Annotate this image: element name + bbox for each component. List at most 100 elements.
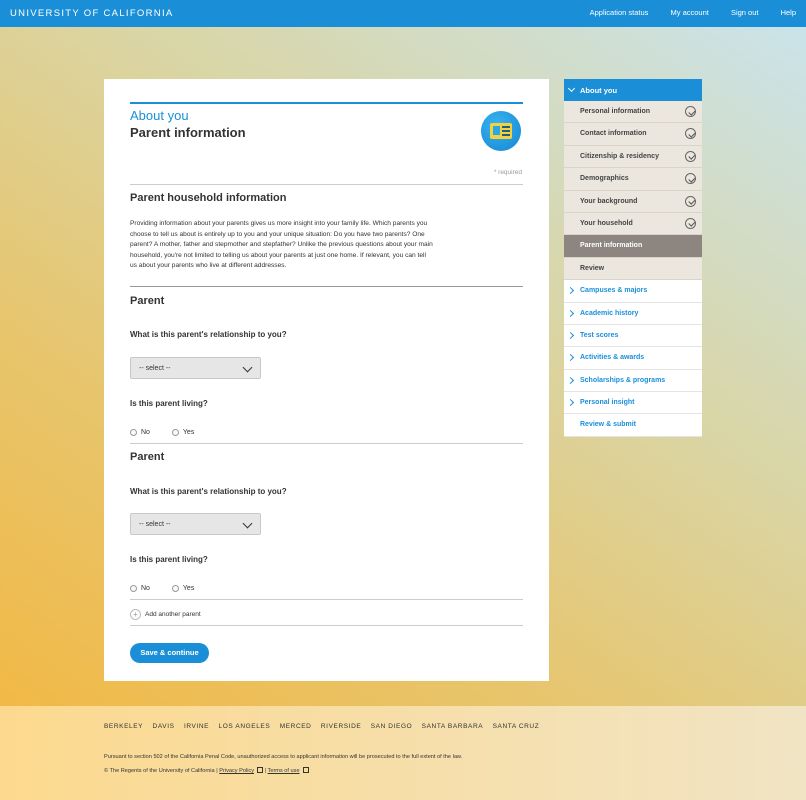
nav-sign-out[interactable]: Sign out (731, 8, 759, 17)
top-nav: Application status My account Sign out H… (570, 8, 796, 17)
living-no-radio[interactable] (130, 585, 137, 592)
sidebar-item-personal-information[interactable]: Personal information (564, 101, 702, 124)
divider (130, 443, 523, 444)
brand-logo[interactable]: UNIVERSITY OF CALIFORNIA (10, 8, 174, 19)
sidebar-item-review-submit[interactable]: Review & submit (564, 414, 702, 437)
sidebar-item-review[interactable]: Review (564, 257, 702, 281)
intro-text: Providing information about your parents… (130, 220, 433, 269)
living-no-radio[interactable] (130, 429, 137, 436)
terms-of-use-link[interactable]: Terms of use (268, 768, 300, 774)
sidebar-item-scholarships[interactable]: Scholarships & programs (564, 369, 702, 393)
page-title: Parent information (130, 125, 246, 140)
sidebar-item-your-household[interactable]: Your household (564, 212, 702, 236)
chevron-right-icon (566, 331, 575, 339)
campus-link-san-diego[interactable]: SAN DIEGO (371, 723, 413, 730)
sidebar-item-activities-awards[interactable]: Activities & awards (564, 347, 702, 370)
sidebar-item-campuses-majors[interactable]: Campuses & majors (564, 280, 702, 303)
sidebar-item-citizenship[interactable]: Citizenship & residency (564, 145, 702, 169)
chevron-right-icon (566, 287, 575, 295)
living-no-label[interactable]: No (141, 429, 150, 436)
sidebar-section-label: About you (580, 86, 618, 95)
household-heading: Parent household information (130, 192, 287, 204)
living-yes-label[interactable]: Yes (183, 585, 194, 592)
parent-heading: Parent (130, 295, 165, 307)
campus-link-merced[interactable]: MERCED (280, 723, 312, 730)
parent-heading: Parent (130, 451, 165, 463)
living-yes-radio[interactable] (171, 429, 179, 436)
relationship-question: What is this parent's relationship to yo… (130, 487, 287, 496)
relationship-select[interactable]: -- select -- (130, 357, 261, 379)
campus-link-irvine[interactable]: IRVINE (184, 723, 209, 730)
chevron-right-icon (566, 354, 575, 362)
sidebar-section-about-you[interactable]: About you (564, 79, 702, 101)
sidebar-item-label: Citizenship & residency (580, 152, 659, 160)
divider (130, 599, 523, 600)
check-circle-icon (685, 106, 696, 117)
sidebar-item-label: Personal information (580, 108, 651, 115)
plus-icon: + (130, 609, 141, 620)
campus-link-davis[interactable]: DAVIS (153, 723, 175, 730)
relationship-question: What is this parent's relationship to yo… (130, 330, 287, 339)
sidebar-item-label: Academic history (580, 309, 639, 317)
sidebar-item-label: Your household (580, 219, 633, 227)
nav-my-account[interactable]: My account (670, 8, 708, 17)
campus-link-riverside[interactable]: RIVERSIDE (321, 723, 361, 730)
section-title: About you (130, 108, 189, 123)
copyright-text: © The Regents of the University of Calif… (104, 768, 218, 774)
chevron-right-icon (566, 376, 575, 384)
living-yes-label[interactable]: Yes (183, 429, 194, 436)
sidebar-item-test-scores[interactable]: Test scores (564, 324, 702, 348)
sidebar-item-label: Contact information (580, 130, 647, 138)
check-circle-icon (685, 217, 696, 229)
external-link-icon (302, 767, 309, 773)
divider (130, 184, 523, 185)
sidebar-item-label: Test scores (580, 331, 619, 339)
sidebar-item-demographics[interactable]: Demographics (564, 168, 702, 191)
save-continue-button[interactable]: Save & continue (130, 643, 209, 663)
header-rule (130, 102, 523, 104)
sidebar-item-contact-information[interactable]: Contact information (564, 123, 702, 146)
sidebar-item-your-background[interactable]: Your background (564, 190, 702, 213)
check-circle-icon (685, 128, 696, 140)
footer-separator: | (264, 768, 267, 774)
sidebar-item-label: Parent information (580, 242, 643, 250)
chevron-down-icon (242, 518, 253, 529)
sidebar-item-label: Review (580, 264, 605, 272)
sidebar-item-label: Demographics (580, 175, 629, 183)
add-parent-label: Add another parent (145, 611, 201, 619)
living-yes-radio[interactable] (171, 585, 179, 592)
legal-notice: Pursuant to section 502 of the Californi… (104, 754, 463, 760)
campus-link-berkeley[interactable]: BERKELEY (104, 723, 143, 730)
relationship-select[interactable]: -- select -- (130, 513, 261, 535)
id-card-icon (481, 111, 521, 151)
living-question: Is this parent living? (130, 399, 208, 408)
chevron-down-icon (242, 362, 253, 373)
living-radio-group: No Yes (130, 429, 214, 436)
campus-link-santa-barbara[interactable]: SANTA BARBARA (422, 723, 484, 730)
living-question: Is this parent living? (130, 555, 208, 564)
chevron-right-icon (566, 399, 575, 407)
campus-link-los-angeles[interactable]: LOS ANGELES (219, 723, 271, 730)
external-link-icon (257, 767, 264, 773)
sidebar-item-label: Your background (580, 197, 638, 205)
required-note: * required (493, 169, 522, 176)
sidebar-item-parent-information[interactable]: Parent information (564, 235, 702, 258)
sidebar-item-label: Scholarships & programs (580, 376, 666, 384)
chevron-down-icon (567, 84, 576, 93)
top-bar: UNIVERSITY OF CALIFORNIA Application sta… (0, 0, 806, 27)
living-no-label[interactable]: No (141, 585, 150, 592)
sidebar-item-personal-insight[interactable]: Personal insight (564, 392, 702, 415)
privacy-policy-link[interactable]: Privacy Policy (219, 768, 254, 774)
sidebar-item-label: Activities & awards (580, 354, 645, 362)
campus-link-santa-cruz[interactable]: SANTA CRUZ (493, 723, 540, 730)
sidebar-item-label: Campuses & majors (580, 287, 648, 295)
divider (130, 286, 523, 287)
chevron-right-icon (566, 309, 575, 317)
add-parent-button[interactable]: + Add another parent (130, 609, 201, 620)
check-circle-icon (685, 150, 696, 162)
sidebar-item-academic-history[interactable]: Academic history (564, 302, 702, 325)
nav-help[interactable]: Help (781, 8, 796, 17)
form-card: About you Parent information * required … (104, 79, 549, 681)
nav-application-status[interactable]: Application status (590, 8, 649, 17)
living-radio-group: No Yes (130, 585, 214, 592)
